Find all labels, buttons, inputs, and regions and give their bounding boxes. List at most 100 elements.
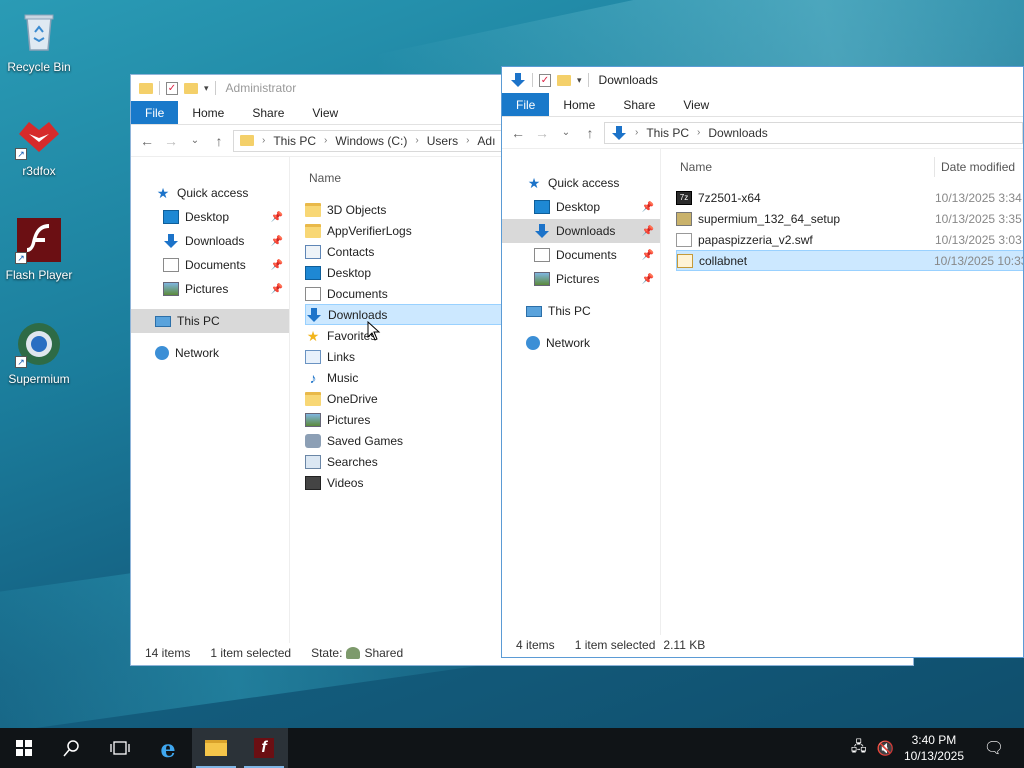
breadcrumb-item[interactable]: Users [427,134,458,148]
taskbar-file-explorer[interactable] [192,728,240,768]
tab-file[interactable]: File [131,101,179,124]
list-item[interactable]: Pictures [305,409,525,430]
list-item[interactable]: Links [305,346,525,367]
list-item[interactable]: Videos [305,472,525,493]
properties-icon[interactable]: ✓ [166,81,178,95]
nav-this-pc[interactable]: This PC [502,299,660,323]
pin-icon: 📌 [641,201,654,213]
address-bar[interactable]: › This PC › Downloads [604,121,1023,144]
tab-share[interactable]: Share [609,93,669,116]
taskbar-internet-explorer[interactable]: e [144,728,192,768]
nav-label: Desktop [185,210,230,224]
nav-pictures[interactable]: Pictures 📌 [502,267,660,291]
links-icon [305,349,321,364]
list-item[interactable]: supermium_132_64_setup 10/13/2025 3:35 [676,208,1023,229]
tab-view[interactable]: View [669,93,723,116]
item-label: Searches [327,454,378,469]
selection-count: 1 item selected [210,646,292,660]
back-arrow-icon[interactable]: ← [137,133,157,149]
list-item-selected[interactable]: collabnet 10/13/2025 10:33 [676,250,1023,271]
customize-toolbar-icon[interactable]: ▾ [577,75,582,86]
list-item[interactable]: OneDrive [305,388,525,409]
start-button[interactable] [0,728,48,768]
shortcut-arrow-icon: ↗ [15,356,27,368]
column-header-name[interactable]: Name [676,160,934,174]
up-arrow-icon[interactable]: ↑ [209,133,229,149]
new-folder-icon[interactable] [184,82,198,94]
list-item-selected[interactable]: Downloads [305,304,525,325]
search-button[interactable] [48,728,96,768]
column-header-name[interactable]: Name [305,167,525,189]
nav-desktop[interactable]: Desktop 📌 [131,205,289,229]
breadcrumb-item[interactable]: This PC [273,134,316,148]
new-folder-icon[interactable] [557,74,571,86]
breadcrumb-item[interactable]: Windows (C:) [335,134,407,148]
nav-pictures[interactable]: Pictures 📌 [131,277,289,301]
list-item[interactable]: Searches [305,451,525,472]
item-label: AppVerifierLogs [327,223,412,238]
nav-downloads[interactable]: Downloads 📌 [502,219,660,243]
desktop-icon-flash-player[interactable]: ↗ Flash Player [0,216,78,282]
tab-view[interactable]: View [298,101,352,124]
recent-locations-icon[interactable]: ⌄ [556,127,576,138]
desktop-icon-supermium[interactable]: ↗ Supermium [0,320,78,386]
up-arrow-icon[interactable]: ↑ [580,125,600,141]
supermium-label: Supermium [8,372,70,386]
action-center-icon[interactable]: 🗨 [974,738,1014,758]
folder-icon[interactable] [139,82,153,94]
nav-desktop[interactable]: Desktop 📌 [502,195,660,219]
breadcrumb-item[interactable]: This PC [646,126,689,140]
nav-documents[interactable]: Documents 📌 [502,243,660,267]
volume-muted-icon[interactable]: 🔇 [877,740,894,757]
pin-icon: 📌 [641,273,654,285]
nav-quick-access[interactable]: ★ Quick access [131,181,289,205]
pictures-icon [305,412,321,427]
desktop-icon-r3dfox[interactable]: ↗ r3dfox [0,112,78,178]
nav-documents[interactable]: Documents 📌 [131,253,289,277]
taskbar-flash-player[interactable]: f [240,728,288,768]
item-label: collabnet [699,253,748,268]
tab-file[interactable]: File [502,93,550,116]
recent-locations-icon[interactable]: ⌄ [185,135,205,146]
task-view-button[interactable] [96,728,144,768]
desktop-icon-recycle-bin[interactable]: Recycle Bin [0,8,78,74]
star-icon: ★ [527,175,541,191]
tab-share[interactable]: Share [238,101,298,124]
list-item[interactable]: 7z 7z2501-x64 10/13/2025 3:34 [676,187,1023,208]
breadcrumb-item[interactable]: Downloads [708,126,767,140]
forward-arrow-icon[interactable]: → [161,133,181,149]
file-list: Name Date modified 7z 7z2501-x64 10/13/20… [676,155,1023,271]
documents-icon [305,286,321,301]
windows-logo-icon [16,740,32,756]
clock[interactable]: 3:40 PM 10/13/2025 [904,732,964,764]
list-item[interactable]: papaspizzeria_v2.swf 10/13/2025 3:03 [676,229,1023,250]
forward-arrow-icon[interactable]: → [532,125,552,141]
nav-network[interactable]: Network [131,341,289,365]
list-item[interactable]: Contacts [305,241,525,262]
list-item[interactable]: Documents [305,283,525,304]
list-item[interactable]: ★ Favorites [305,325,525,346]
chevron-right-icon: › [697,127,701,138]
list-item[interactable]: AppVerifierLogs [305,220,525,241]
title-bar[interactable]: ✓ ▾ Downloads [502,67,1023,93]
list-item[interactable]: Saved Games [305,430,525,451]
list-item[interactable]: Desktop [305,262,525,283]
back-arrow-icon[interactable]: ← [508,125,528,141]
network-status-icon[interactable]: 🖧 [851,736,867,760]
column-header-date-modified[interactable]: Date modified [941,160,1015,174]
nav-quick-access[interactable]: ★ Quick access [502,171,660,195]
nav-this-pc[interactable]: This PC [131,309,289,333]
customize-toolbar-icon[interactable]: ▾ [204,83,209,94]
properties-icon[interactable]: ✓ [539,73,551,87]
nav-downloads[interactable]: Downloads 📌 [131,229,289,253]
r3dfox-icon: ↗ [15,112,63,160]
list-item[interactable]: ♪ Music [305,367,525,388]
tab-home[interactable]: Home [178,101,238,124]
breadcrumb-item[interactable]: Adı [477,134,495,148]
nav-network[interactable]: Network [502,331,660,355]
tab-home[interactable]: Home [549,93,609,116]
list-item[interactable]: 3D Objects [305,199,525,220]
contacts-icon [305,244,321,259]
file-list: Name 3D Objects AppVerifierLogs Contacts… [305,167,525,493]
explorer-window-downloads[interactable]: ✓ ▾ Downloads File Home Share View ← → ⌄… [501,66,1024,658]
